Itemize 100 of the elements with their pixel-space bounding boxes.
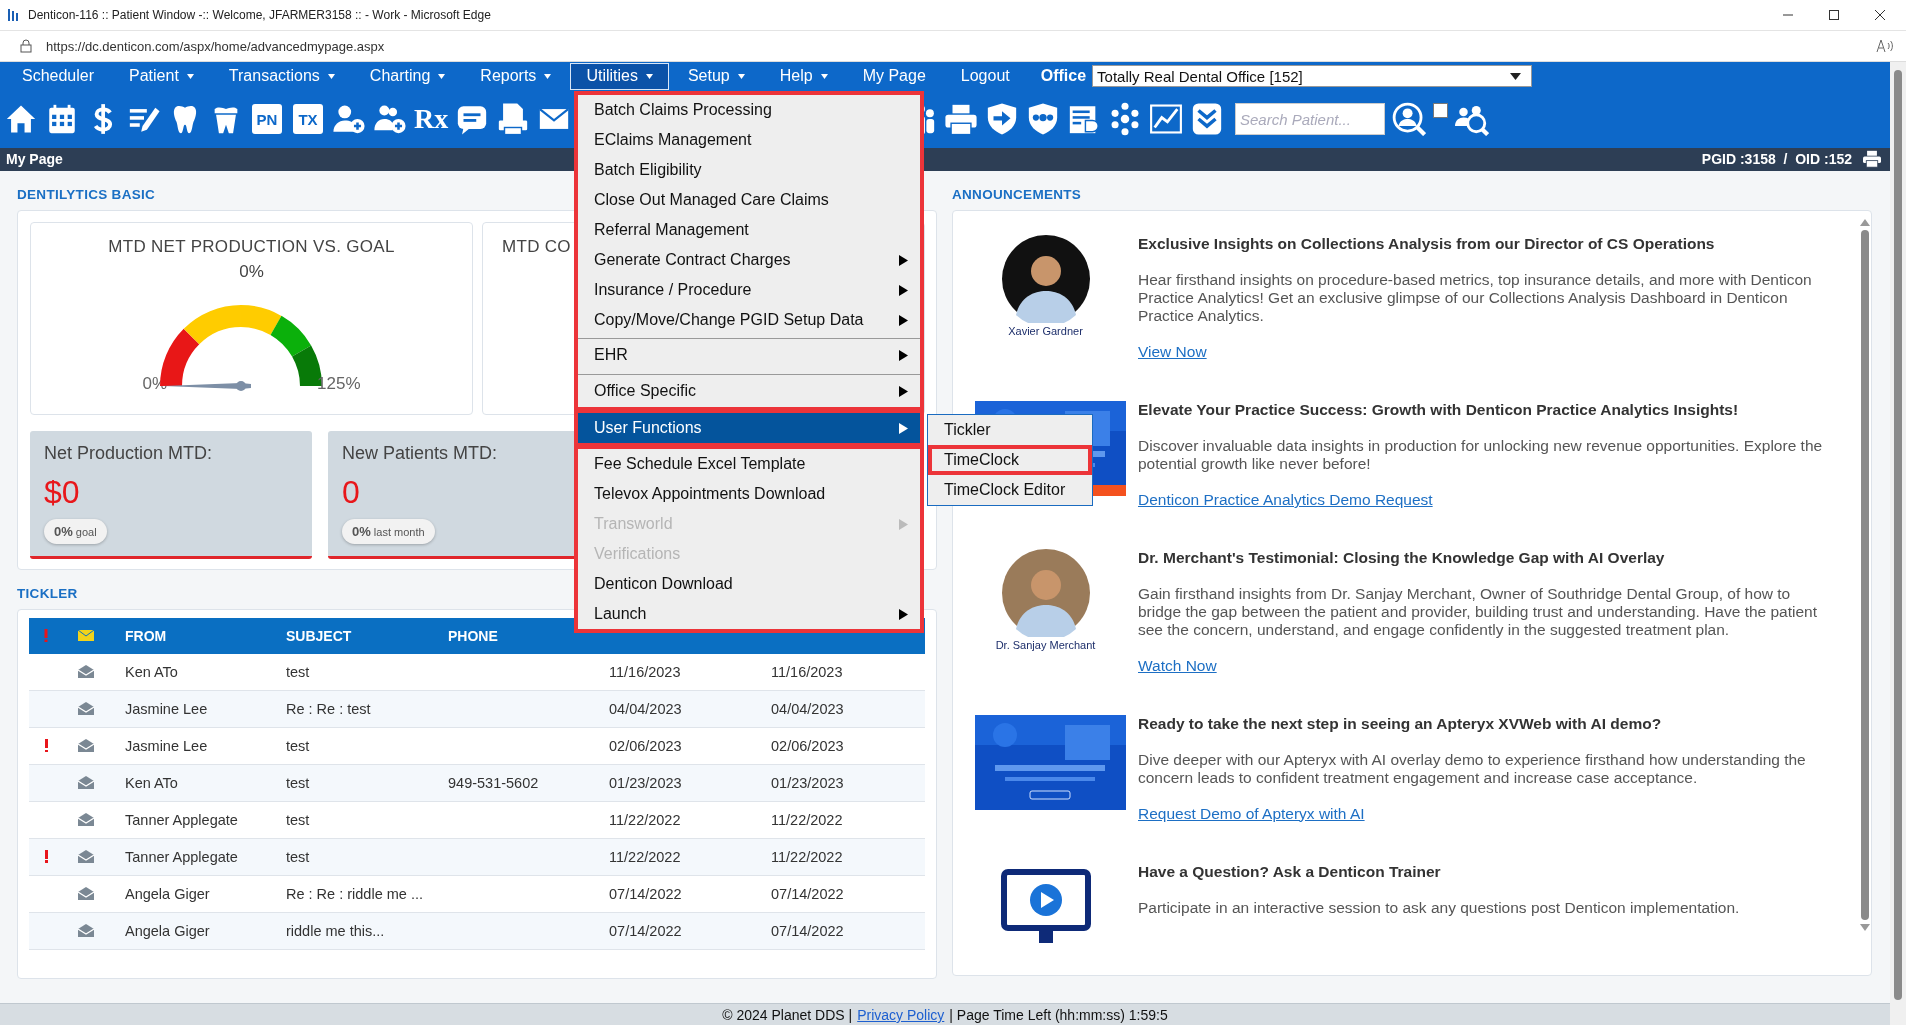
section-heading: DENTILYTICS BASIC (17, 186, 156, 202)
shield-coins-icon[interactable] (1026, 102, 1060, 137)
nav-menu-item[interactable]: Transactions (212, 63, 351, 90)
gauge-max-label: 125% (317, 373, 361, 394)
submenu-arrow-icon (899, 385, 908, 397)
page-title: My Page (6, 151, 63, 168)
print-document-icon[interactable] (496, 102, 530, 137)
table-cell-text: riddle me this... (285, 922, 386, 939)
caret-icon (820, 74, 828, 79)
table-cell-text: 02/06/2023 (608, 737, 683, 754)
nav-menu-item[interactable]: Patient (113, 63, 210, 90)
menu-item[interactable]: Batch Claims Processing (578, 95, 920, 125)
table-cell-text: Re : Re : riddle me ... (285, 885, 424, 902)
toolbar-button[interactable]: TX (293, 104, 323, 135)
menu-item[interactable]: Office Specific (578, 374, 920, 407)
chevrons-down-icon[interactable] (1190, 102, 1224, 137)
person-search-icon[interactable] (1392, 102, 1426, 137)
table-cell-text: test (285, 737, 311, 754)
menu-item[interactable]: Televox Appointments Download (578, 479, 920, 509)
nav-menu-item[interactable]: Setup (671, 63, 761, 90)
announcement-link[interactable]: Denticon Practice Analytics Demo Request (1138, 490, 1433, 509)
gauge-title: MTD NET PRODUCTION VS. GOAL (108, 236, 395, 257)
toolbar-button[interactable]: Rx (414, 103, 448, 136)
scroll-down-icon[interactable] (1860, 923, 1870, 931)
gauge-title: MTD CO (502, 236, 571, 257)
maximize-icon[interactable] (1828, 9, 1840, 21)
nav-menu-item[interactable]: Utilities (570, 63, 669, 90)
video-monitor-icon (1000, 868, 1091, 943)
submenu-arrow-icon (899, 518, 908, 530)
announcement-title: Ready to take the next step in seeing an Apteryx XVWeb with AI demo? (1138, 714, 1663, 733)
table-cell-text: 02/06/2023 (770, 737, 845, 754)
announcement-title: Elevate Your Practice Success: Growth with Denticon Practice Analytics Insights! (1138, 400, 1740, 419)
menu-item[interactable]: EClaims Management (578, 125, 920, 155)
open-envelope-icon (78, 924, 94, 938)
column-header[interactable]: SUBJECT (270, 627, 352, 644)
announcement-text: Gain firsthand insights from Dr. Sanjay Merchant, Owner of Southridge Dental Group, of how to bridge the gap between the patient and provider, building trust and understanding. Have the patient see the concern, understand, and engage confidently in the suggested treatment plan. (1138, 584, 1819, 639)
caret-icon (645, 74, 653, 79)
shield-arrow-icon[interactable] (985, 102, 1019, 137)
menu-item[interactable]: Generate Contract Charges (578, 245, 920, 275)
menu-item[interactable]: Denticon Download (578, 569, 920, 599)
announcement-text: Participate in an interactive session to ask any questions post Denticon implementation. (1138, 898, 1741, 917)
address-field[interactable]: https://dc.denticon.com/aspx/home/advancedmypage.aspx (46, 38, 385, 54)
table-cell-text: test (285, 848, 311, 865)
table-cell-text: 04/04/2023 (608, 700, 683, 717)
line-chart-icon[interactable] (1149, 102, 1183, 137)
printer-icon[interactable] (1862, 150, 1882, 169)
submenu-arrow-icon (899, 284, 908, 296)
close-icon[interactable] (1874, 9, 1886, 21)
window-title: Denticon-116 :: Patient Window -:: Welcome, JFARMER3158 :: - Work - Microsoft Edge (28, 8, 491, 22)
scrollbar[interactable] (1890, 62, 1906, 1025)
checkbox[interactable] (1433, 102, 1448, 118)
menu-item[interactable]: Launch (578, 599, 920, 629)
metric-title: New Patients MTD: (342, 442, 499, 464)
section-heading: TICKLER (17, 585, 78, 601)
menu-item[interactable]: Batch Eligibility (578, 155, 920, 185)
office-dropdown[interactable]: Totally Real Dental Office [152] (1092, 65, 1533, 88)
table-cell-text: Tanner Applegate (124, 811, 239, 828)
column-header[interactable]: FROM (109, 627, 167, 644)
menu-item[interactable]: User Functions (578, 413, 920, 443)
table-cell-text: test (285, 811, 311, 828)
menu-item[interactable]: Fee Schedule Excel Template (578, 449, 920, 479)
table-cell-text: 11/16/2023 (770, 663, 844, 680)
nav-menu-item[interactable]: Charting (353, 63, 462, 90)
menu-item[interactable]: TimeClock (928, 445, 1092, 475)
scroll-up-icon[interactable] (1860, 218, 1870, 226)
nav-menu-item[interactable]: Reports (464, 63, 568, 90)
announcement-link[interactable]: Watch Now (1138, 656, 1217, 675)
announcement-text: Hear firsthand insights on procedure-based metrics, top insurance details, and more with Denticon Practice Analytics! Get an exclusive glimpse of our Collections Analysis Dashboard in Denticon Practice Analytics. (1138, 270, 1813, 325)
menu-item[interactable]: Insurance / Procedure (578, 275, 920, 305)
office-label: Office (1040, 67, 1087, 86)
nav-menu-item[interactable]: Help (763, 63, 844, 90)
table-cell-text: Ken ATo (124, 774, 179, 791)
printer-icon[interactable] (944, 102, 978, 137)
copyright-text: © 2024 Planet DDS | (722, 1007, 853, 1023)
announcement-link[interactable]: Request Demo of Apteryx with AI (1138, 804, 1365, 823)
table-cell-text: 07/14/2022 (608, 885, 683, 902)
nav-menu-item[interactable]: My Page (846, 63, 942, 90)
menu-item[interactable]: Referral Management (578, 215, 920, 245)
privacy-policy-link[interactable]: Privacy Policy (857, 1007, 945, 1023)
search-patient-field[interactable]: Search Patient... (1235, 103, 1385, 136)
table-cell-text: Re : Re : test (285, 700, 372, 717)
menu-item[interactable]: Tickler (928, 415, 1092, 445)
nav-menu-item[interactable]: Logout (944, 63, 1026, 90)
menu-item[interactable]: Close Out Managed Care Claims (578, 185, 920, 215)
menu-item[interactable]: TimeClock Editor (928, 475, 1092, 505)
caret-icon (438, 74, 446, 79)
column-header[interactable]: PHONE (432, 627, 498, 644)
nav-menu-item[interactable]: Scheduler (6, 63, 111, 90)
table-cell-text: Ken ATo (124, 663, 179, 680)
table-cell-text: 01/23/2023 (608, 774, 683, 791)
menu-item[interactable]: Copy/Move/Change PGID Setup Data (578, 305, 920, 335)
metric-value: 0 (342, 473, 361, 511)
toolbar-button[interactable]: PN (252, 104, 282, 135)
announcement-link[interactable]: View Now (1138, 342, 1207, 361)
read-aloud-icon[interactable] (1876, 39, 1894, 53)
menu-item[interactable]: EHR (578, 338, 920, 371)
announcement-text: Discover invaluable data insights in production for unlocking new revenue opportunities. Explore the potential growth like never before! (1138, 436, 1824, 473)
photo-caption: Xavier Gardner (1008, 324, 1083, 337)
table-cell-text: Angela Giger (124, 885, 211, 902)
table-cell-text: 11/22/2022 (770, 811, 844, 828)
